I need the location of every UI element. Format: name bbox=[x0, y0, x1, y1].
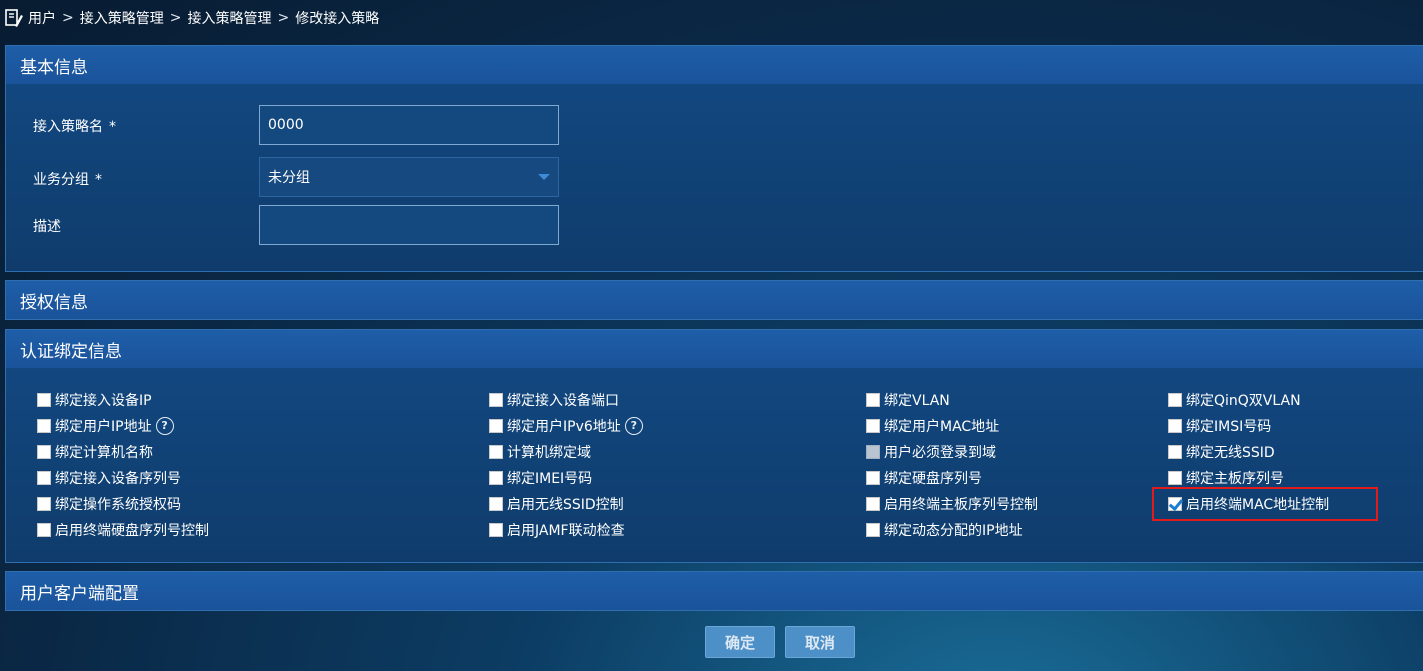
highlight-box bbox=[1152, 487, 1378, 521]
binding-option[interactable]: 计算机绑定域 bbox=[489, 442, 591, 462]
policy-name-input[interactable]: 0000 bbox=[259, 105, 559, 145]
checkbox[interactable] bbox=[866, 393, 880, 407]
checkbox[interactable] bbox=[37, 523, 51, 537]
auth-info-panel: 授权信息 bbox=[5, 280, 1423, 320]
auth-info-header[interactable]: 授权信息 bbox=[6, 281, 1423, 319]
breadcrumb-separator: > bbox=[169, 10, 182, 26]
binding-option[interactable]: 绑定主板序列号 bbox=[1168, 468, 1284, 488]
checkbox[interactable] bbox=[1168, 419, 1182, 433]
checkbox-label: 绑定用户MAC地址 bbox=[884, 419, 1000, 435]
binding-option[interactable]: 绑定VLAN bbox=[866, 390, 950, 410]
service-group-select[interactable]: 未分组 bbox=[259, 157, 559, 197]
checkbox-label: 启用终端硬盘序列号控制 bbox=[55, 523, 209, 539]
checkbox[interactable] bbox=[37, 497, 51, 511]
checkbox-label: 绑定VLAN bbox=[884, 393, 950, 409]
binding-option[interactable]: 绑定用户IP地址? bbox=[37, 416, 174, 436]
checkbox[interactable] bbox=[866, 445, 880, 459]
checkbox[interactable] bbox=[1168, 471, 1182, 485]
cancel-button[interactable]: 取消 bbox=[785, 626, 855, 658]
checkbox-label: 绑定动态分配的IP地址 bbox=[884, 523, 1023, 539]
help-icon[interactable]: ? bbox=[624, 417, 643, 435]
checkbox-label: 绑定计算机名称 bbox=[55, 445, 153, 461]
binding-option[interactable]: 启用终端硬盘序列号控制 bbox=[37, 520, 209, 540]
binding-info-header[interactable]: 认证绑定信息 bbox=[6, 330, 1423, 368]
binding-option[interactable]: 启用JAMF联动检查 bbox=[489, 520, 625, 540]
breadcrumb-item-current: 修改接入策略 bbox=[295, 11, 380, 27]
breadcrumb-item-policy-mgmt[interactable]: 接入策略管理 bbox=[80, 8, 164, 28]
ok-button[interactable]: 确定 bbox=[705, 626, 775, 658]
chevron-down-icon bbox=[538, 174, 550, 180]
checkbox[interactable] bbox=[866, 523, 880, 537]
basic-info-header[interactable]: 基本信息 bbox=[6, 46, 1423, 84]
binding-option[interactable]: 绑定计算机名称 bbox=[37, 442, 153, 462]
checkbox[interactable] bbox=[489, 445, 503, 459]
checkbox-label: 绑定用户IP地址 bbox=[55, 419, 152, 435]
client-config-header[interactable]: 用户客户端配置 bbox=[6, 572, 1423, 610]
checkbox[interactable] bbox=[37, 419, 51, 433]
user-document-icon bbox=[5, 9, 23, 27]
binding-option[interactable]: 绑定用户MAC地址 bbox=[866, 416, 999, 436]
basic-info-body: 接入策略名 * 0000 业务分组 * 未分组 描述 bbox=[6, 84, 1423, 271]
binding-info-body: 绑定接入设备IP 绑定用户IP地址? 绑定计算机名称 绑定接入设备序列号 绑定操作系统授… bbox=[6, 368, 1423, 562]
checkbox-label: 绑定主板序列号 bbox=[1186, 471, 1284, 487]
breadcrumb: 用户 > 接入策略管理 > 接入策略管理 > 修改接入策略 bbox=[4, 0, 379, 36]
checkbox-label: 绑定无线SSID bbox=[1186, 445, 1275, 461]
checkbox[interactable] bbox=[1168, 445, 1182, 459]
breadcrumb-item-policy-mgmt-2[interactable]: 接入策略管理 bbox=[187, 8, 271, 28]
checkbox[interactable] bbox=[489, 393, 503, 407]
description-label: 描述 bbox=[33, 219, 61, 235]
breadcrumb-separator: > bbox=[62, 10, 74, 26]
checkbox[interactable] bbox=[866, 497, 880, 511]
checkbox-label: 启用无线SSID控制 bbox=[507, 497, 624, 513]
checkbox-label: 绑定硬盘序列号 bbox=[884, 471, 982, 487]
binding-option[interactable]: 启用无线SSID控制 bbox=[489, 494, 624, 514]
basic-info-panel: 基本信息 接入策略名 * 0000 业务分组 * 未分组 描述 bbox=[5, 45, 1423, 272]
policy-name-label: 接入策略名 * bbox=[33, 119, 116, 135]
binding-option[interactable]: 启用终端主板序列号控制 bbox=[866, 494, 1038, 514]
checkbox[interactable] bbox=[866, 471, 880, 485]
checkbox-label: 绑定接入设备端口 bbox=[507, 393, 619, 409]
binding-option[interactable]: 绑定IMEI号码 bbox=[489, 468, 592, 488]
checkbox-label: 绑定接入设备序列号 bbox=[55, 471, 181, 487]
checkbox[interactable] bbox=[37, 445, 51, 459]
checkbox-label: 绑定接入设备IP bbox=[55, 393, 152, 409]
checkbox[interactable] bbox=[1168, 393, 1182, 407]
binding-option[interactable]: 绑定接入设备端口 bbox=[489, 390, 619, 410]
binding-option[interactable]: 绑定QinQ双VLAN bbox=[1168, 390, 1301, 410]
binding-option[interactable]: 用户必须登录到域 bbox=[866, 442, 996, 462]
service-group-label: 业务分组 * bbox=[33, 172, 102, 188]
checkbox[interactable] bbox=[489, 523, 503, 537]
checkbox[interactable] bbox=[37, 471, 51, 485]
breadcrumb-item-user[interactable]: 用户 bbox=[28, 8, 56, 28]
checkbox-label: 用户必须登录到域 bbox=[884, 445, 996, 461]
binding-option[interactable]: 绑定硬盘序列号 bbox=[866, 468, 982, 488]
binding-option[interactable]: 绑定接入设备IP bbox=[37, 390, 152, 410]
checkbox-label: 绑定IMEI号码 bbox=[507, 471, 593, 487]
client-config-panel: 用户客户端配置 bbox=[5, 571, 1423, 611]
checkbox[interactable] bbox=[489, 471, 503, 485]
checkbox-label: 启用JAMF联动检查 bbox=[507, 523, 625, 539]
checkbox[interactable] bbox=[866, 419, 880, 433]
checkbox[interactable] bbox=[37, 393, 51, 407]
checkbox-label: 计算机绑定域 bbox=[507, 445, 591, 461]
binding-option[interactable]: 绑定操作系统授权码 bbox=[37, 494, 181, 514]
service-group-value: 未分组 bbox=[268, 170, 310, 186]
binding-option[interactable]: 绑定IMSI号码 bbox=[1168, 416, 1271, 436]
checkbox-label: 绑定QinQ双VLAN bbox=[1186, 393, 1301, 409]
binding-option[interactable]: 绑定动态分配的IP地址 bbox=[866, 520, 1023, 540]
checkbox[interactable] bbox=[489, 497, 503, 511]
checkbox-label: 绑定IMSI号码 bbox=[1186, 419, 1272, 435]
binding-option[interactable]: 绑定用户IPv6地址? bbox=[489, 416, 643, 436]
binding-option[interactable]: 绑定接入设备序列号 bbox=[37, 468, 181, 488]
checkbox-label: 绑定操作系统授权码 bbox=[55, 497, 181, 513]
binding-info-panel: 认证绑定信息 绑定接入设备IP 绑定用户IP地址? 绑定计算机名称 绑定接入设备序列号… bbox=[5, 329, 1423, 563]
checkbox-label: 启用终端主板序列号控制 bbox=[884, 497, 1038, 513]
help-icon[interactable]: ? bbox=[155, 417, 174, 435]
breadcrumb-separator: > bbox=[277, 10, 290, 26]
description-input[interactable] bbox=[259, 205, 559, 245]
checkbox[interactable] bbox=[489, 419, 503, 433]
binding-option[interactable]: 绑定无线SSID bbox=[1168, 442, 1275, 462]
checkbox-label: 绑定用户IPv6地址 bbox=[507, 419, 621, 435]
